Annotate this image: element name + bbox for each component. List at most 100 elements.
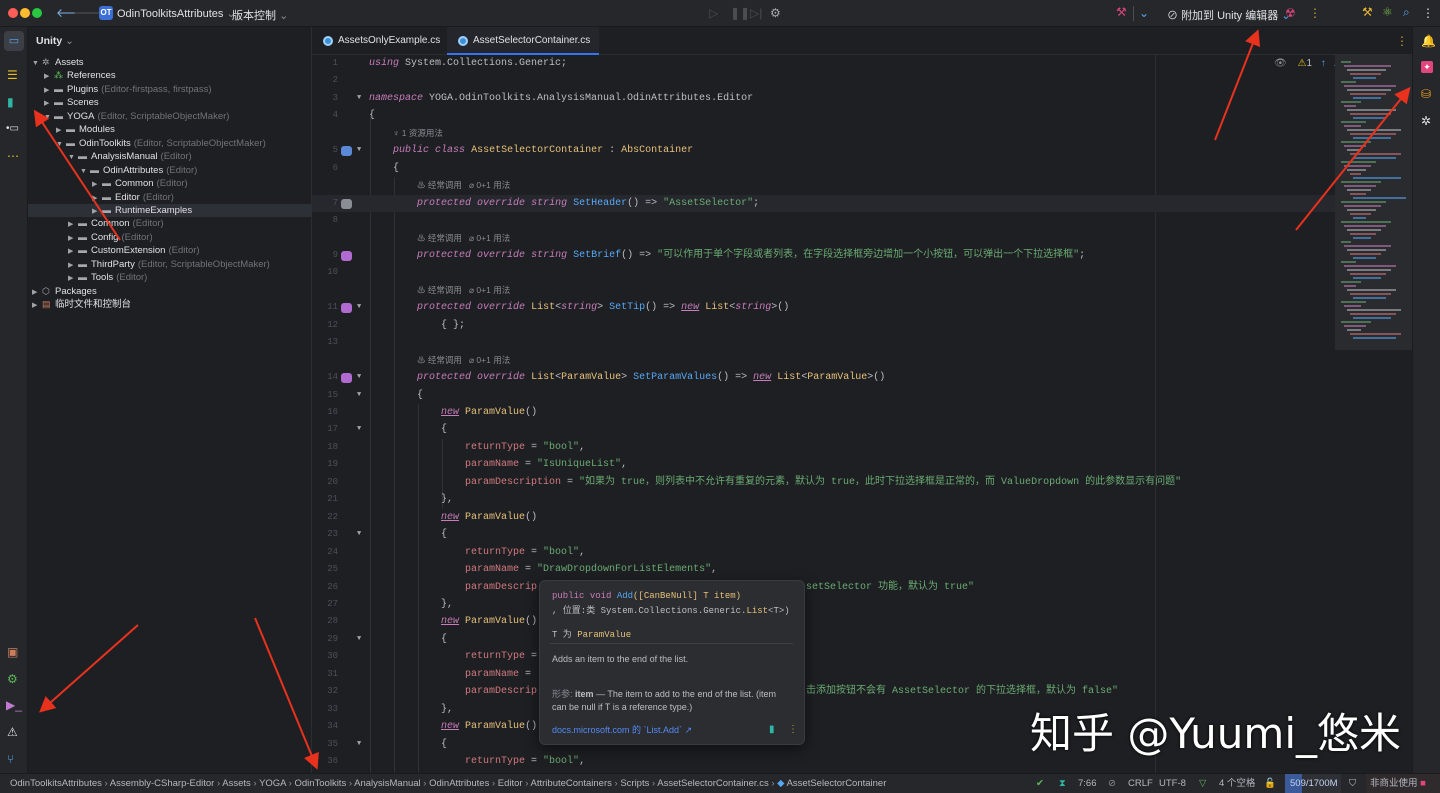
code-vision-hint[interactable]: ♆ 1 资源用法 xyxy=(393,125,443,142)
no-edit-icon[interactable]: ⊘ xyxy=(1108,774,1116,793)
expanded-arrow-icon[interactable]: ▼ xyxy=(80,165,90,178)
code-text[interactable]: protected override string SetBrief() => … xyxy=(369,247,1085,264)
structure-icon[interactable]: •▭ xyxy=(6,122,19,136)
code-text[interactable]: public class AssetSelectorContainer : Ab… xyxy=(369,142,693,159)
gutter-override-icon[interactable] xyxy=(341,373,352,383)
line-number[interactable]: 7 xyxy=(312,195,338,212)
line-number[interactable]: 14 xyxy=(312,369,338,386)
code-text[interactable]: returnType = xyxy=(369,648,537,665)
collapsed-arrow-icon[interactable]: ▶ xyxy=(68,259,78,272)
collapsed-arrow-icon[interactable]: ▶ xyxy=(68,272,78,285)
unity-icon[interactable]: ✲ xyxy=(1421,114,1431,128)
tree-item[interactable]: ▶▤临时文件和控制台 xyxy=(28,298,312,311)
collapsed-arrow-icon[interactable]: ▶ xyxy=(56,124,66,137)
vcs-menu[interactable]: 版本控制 ⌄ xyxy=(232,7,288,23)
expanded-arrow-icon[interactable]: ▼ xyxy=(44,111,54,124)
ai-assistant-icon[interactable]: ⚛ xyxy=(1382,5,1393,19)
code-text[interactable]: returnType = "bool", xyxy=(369,753,585,770)
fold-arrow-icon[interactable]: ▼ xyxy=(357,142,361,159)
caret-position[interactable]: 7:66 xyxy=(1078,774,1097,793)
tree-item[interactable]: ▶▬Config(Editor) xyxy=(28,231,312,244)
indent-setting[interactable]: 4 个空格 xyxy=(1219,774,1255,793)
code-text[interactable]: { }; xyxy=(369,317,465,334)
breadcrumb-item[interactable]: Assembly-CSharp-Editor xyxy=(110,778,215,789)
notifications-bell-icon[interactable]: 🔔 xyxy=(1421,34,1436,48)
line-number[interactable]: 4 xyxy=(312,107,338,124)
tree-item[interactable]: ▼▬OdinAttributes(Editor) xyxy=(28,164,312,177)
collapsed-arrow-icon[interactable]: ▶ xyxy=(68,245,78,258)
project-tool-icon[interactable]: ▭ xyxy=(4,31,24,51)
code-text[interactable]: { xyxy=(369,526,447,543)
tree-item[interactable]: ▶▬RuntimeExamples xyxy=(28,204,312,217)
step-icon[interactable]: ▷| xyxy=(750,6,762,20)
plugin-icon[interactable]: ✦ xyxy=(1421,61,1433,73)
tree-item[interactable]: ▶⬡Packages xyxy=(28,285,312,298)
code-text[interactable]: namespace YOGA.OdinToolkits.AnalysisManu… xyxy=(369,90,753,107)
fold-arrow-icon[interactable]: ▼ xyxy=(357,299,361,316)
fold-arrow-icon[interactable]: ▼ xyxy=(357,421,361,438)
breadcrumb-item[interactable]: YOGA xyxy=(259,778,286,789)
code-editor[interactable]: 1 using System.Collections.Generic; 23 ▼ nam… xyxy=(312,55,1412,773)
reader-mode-icon[interactable]: 👁 xyxy=(1274,58,1287,69)
hourglass-icon[interactable]: ⧗ xyxy=(1059,774,1066,793)
gutter-override-icon[interactable] xyxy=(341,251,352,261)
line-number[interactable]: 8 xyxy=(312,212,338,229)
project-selector[interactable]: OdinToolkitsAttributes ⌄ xyxy=(117,7,236,20)
line-number[interactable]: 1 xyxy=(312,55,338,72)
problems-alert-icon[interactable]: ⚠ xyxy=(7,725,18,739)
line-number[interactable]: 26 xyxy=(312,579,338,596)
code-text[interactable]: { xyxy=(369,421,447,438)
line-number[interactable]: 24 xyxy=(312,544,338,561)
project-view-selector[interactable]: Unity ⌄ xyxy=(36,35,74,47)
line-number[interactable]: 21 xyxy=(312,491,338,508)
tree-item[interactable]: ▶⁂References xyxy=(28,69,312,82)
tree-item[interactable]: ▶▬Common(Editor) xyxy=(28,217,312,230)
collapsed-arrow-icon[interactable]: ▶ xyxy=(32,299,42,312)
line-number[interactable]: 31 xyxy=(312,666,338,683)
code-text[interactable]: protected override string SetHeader() =>… xyxy=(369,195,759,212)
line-number[interactable]: 27 xyxy=(312,596,338,613)
tab-options-icon[interactable]: ⋮ xyxy=(1396,34,1408,48)
tree-item[interactable]: ▼▬OdinToolkits(Editor, ScriptableObjectM… xyxy=(28,137,312,150)
tree-item[interactable]: ▶▬Common(Editor) xyxy=(28,177,312,190)
bookmarks-icon[interactable]: ▮ xyxy=(7,95,14,109)
breadcrumb-item[interactable]: AttributeContainers xyxy=(531,778,612,789)
fold-arrow-icon[interactable]: ▼ xyxy=(357,387,361,404)
gutter-override-icon[interactable] xyxy=(341,303,352,313)
code-text[interactable]: using System.Collections.Generic; xyxy=(369,55,567,72)
line-number[interactable]: 23 xyxy=(312,526,338,543)
license-badge[interactable]: 非商业使用 ■ xyxy=(1366,774,1440,793)
line-number[interactable]: 35 xyxy=(312,736,338,753)
line-number[interactable]: 19 xyxy=(312,456,338,473)
line-number[interactable]: 32 xyxy=(312,683,338,700)
previous-highlight-icon[interactable]: ↑ xyxy=(1321,58,1326,69)
search-icon[interactable]: ⌕ xyxy=(1403,5,1410,19)
collapsed-arrow-icon[interactable]: ▶ xyxy=(44,97,54,110)
code-text[interactable]: { xyxy=(369,160,399,177)
debug-bug-icon[interactable]: ☢ xyxy=(1285,6,1296,20)
pause-icon[interactable]: ❚❚ xyxy=(730,6,750,20)
git-branch-icon[interactable]: ⑂ xyxy=(7,752,14,766)
line-number[interactable]: 33 xyxy=(312,701,338,718)
code-text[interactable]: { xyxy=(369,736,447,753)
line-number[interactable]: 29 xyxy=(312,631,338,648)
code-text[interactable]: new ParamValue() xyxy=(369,509,537,526)
line-number[interactable]: 6 xyxy=(312,160,338,177)
code-text[interactable]: }, xyxy=(369,491,453,508)
code-text[interactable]: { xyxy=(369,631,447,648)
breadcrumb-item[interactable]: Assets xyxy=(222,778,251,789)
tree-item[interactable]: ▶▬CustomExtension(Editor) xyxy=(28,244,312,257)
code-text[interactable]: returnType = "bool", xyxy=(369,439,585,456)
line-number[interactable]: 12 xyxy=(312,317,338,334)
collapsed-arrow-icon[interactable]: ▶ xyxy=(68,218,78,231)
line-number[interactable]: 20 xyxy=(312,474,338,491)
code-text[interactable]: }, xyxy=(369,596,453,613)
more-vertical-icon[interactable]: ⋮ xyxy=(788,723,798,737)
maximize-window-button[interactable] xyxy=(32,8,42,18)
readonly-lock-icon[interactable]: 🔓 xyxy=(1264,774,1276,793)
fold-arrow-icon[interactable]: ▼ xyxy=(357,90,361,107)
tools-icon[interactable]: ⚒ xyxy=(1362,5,1373,19)
more-vertical-icon[interactable]: ⋮ xyxy=(1309,6,1321,20)
line-number[interactable]: 13 xyxy=(312,334,338,351)
line-number[interactable]: 16 xyxy=(312,404,338,421)
